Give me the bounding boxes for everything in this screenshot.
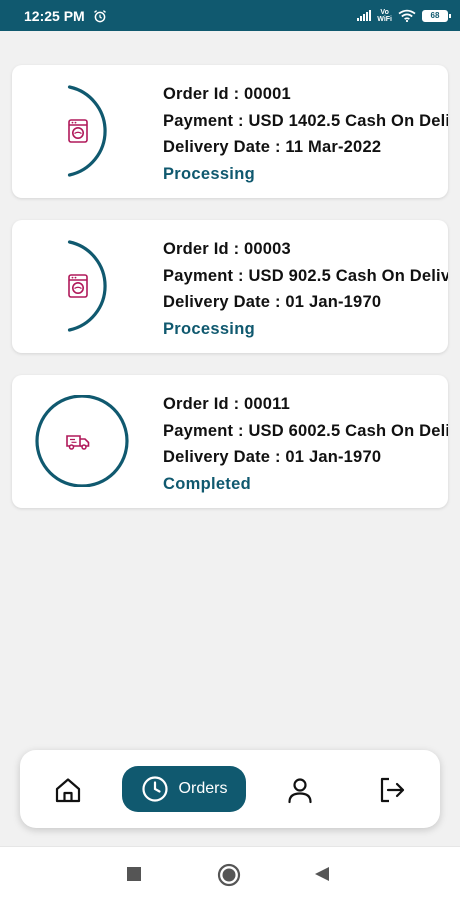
vowifi-indicator: Vo WiFi <box>377 9 392 23</box>
order-delivery-date: Delivery Date : 01 Jan-1970 <box>163 293 382 311</box>
order-status: Processing <box>163 319 255 338</box>
washing-machine-icon <box>68 119 88 143</box>
status-bar: 12:25 PM Vo WiFi 68 <box>0 0 460 31</box>
status-right: Vo WiFi 68 <box>357 9 451 23</box>
order-card[interactable]: Order Id : 00011 Payment : USD 6002.5 Ca… <box>12 375 448 508</box>
circle-icon[interactable] <box>217 863 241 887</box>
order-status: Completed <box>163 474 251 493</box>
order-payment: Payment : USD 902.5 Cash On Delivery <box>163 266 448 285</box>
order-card[interactable]: Order Id : 00003 Payment : USD 902.5 Cas… <box>12 220 448 353</box>
delivery-truck-icon <box>66 435 90 450</box>
order-details: Order Id : 00003 Payment : USD 902.5 Cas… <box>163 236 448 342</box>
person-icon <box>288 778 312 804</box>
order-delivery-date: Delivery Date : 01 Jan-1970 <box>163 448 382 466</box>
logout-icon <box>380 777 405 803</box>
nav-home-button[interactable] <box>48 770 88 810</box>
order-id: Order Id : 00001 <box>163 85 291 103</box>
signal-bars-icon <box>357 10 372 21</box>
alarm-clock-icon <box>93 9 106 22</box>
clock-time: 12:25 PM <box>24 7 85 24</box>
order-status: Processing <box>163 164 255 183</box>
order-id: Order Id : 00003 <box>163 240 291 258</box>
bottom-nav: Orders <box>20 750 440 828</box>
order-delivery-date: Delivery Date : 11 Mar-2022 <box>163 138 382 156</box>
nav-orders-button[interactable]: Orders <box>122 766 246 812</box>
home-icon <box>55 778 81 803</box>
nav-logout-button[interactable] <box>372 770 412 810</box>
order-payment: Payment : USD 1402.5 Cash On Delivery <box>163 111 448 130</box>
triangle-back-icon[interactable] <box>313 866 331 882</box>
order-details: Order Id : 00001 Payment : USD 1402.5 Ca… <box>163 81 448 187</box>
order-payment: Payment : USD 6002.5 Cash On Delivery <box>163 421 448 440</box>
status-left: 12:25 PM <box>24 8 107 24</box>
battery-indicator: 68 <box>422 9 451 22</box>
wifi-icon <box>398 9 416 22</box>
system-nav-bar <box>0 846 460 900</box>
battery-level: 68 <box>430 11 440 20</box>
vowifi-vo: Vo <box>380 8 389 16</box>
washing-machine-icon <box>68 274 88 298</box>
nav-profile-button[interactable] <box>280 770 320 810</box>
clock-icon <box>141 776 168 802</box>
order-details: Order Id : 00011 Payment : USD 6002.5 Ca… <box>163 391 448 497</box>
square-icon[interactable] <box>126 866 142 882</box>
vowifi-wifi: WiFi <box>377 15 392 23</box>
order-id: Order Id : 00011 <box>163 395 291 413</box>
order-card[interactable]: Order Id : 00001 Payment : USD 1402.5 Ca… <box>12 65 448 198</box>
nav-orders-label: Orders <box>178 780 228 797</box>
